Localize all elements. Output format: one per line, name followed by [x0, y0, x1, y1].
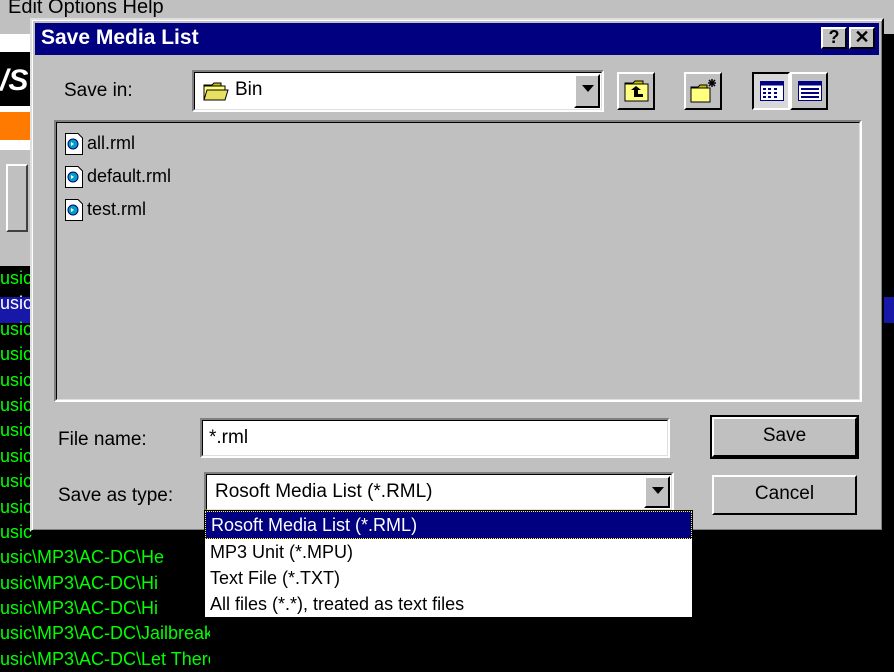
folder-icon	[203, 81, 229, 106]
save-as-type-option[interactable]: Rosoft Media List (*.RML)	[205, 511, 692, 539]
rml-file-icon	[65, 166, 83, 189]
background-list-row[interactable]: usic\MP3\AC-DC\He	[0, 545, 210, 570]
file-item-label: test.rml	[87, 199, 147, 219]
file-name-label: File name:	[58, 429, 147, 450]
background-toolbar-button[interactable]	[6, 164, 28, 232]
rml-file-icon	[65, 199, 83, 222]
details-view-icon	[798, 81, 822, 106]
save-as-type-combo[interactable]: Rosoft Media List (*.RML)	[204, 472, 674, 512]
file-item-label: default.rml	[87, 166, 172, 186]
save-button[interactable]: Save	[710, 415, 859, 459]
background-menu-text[interactable]: Edit Options Help	[8, 0, 164, 19]
save-as-type-label: Save as type:	[58, 485, 174, 506]
file-item-label: all.rml	[87, 133, 135, 153]
file-list[interactable]: all.rml default.rml test.rml	[54, 120, 862, 402]
up-one-level-button[interactable]	[617, 72, 655, 110]
save-as-type-value: Rosoft Media List (*.RML)	[215, 481, 433, 502]
file-name-value: *.rml	[209, 427, 249, 448]
background-list-row[interactable]: usic\MP3\AC-DC\Hi	[0, 571, 210, 596]
background-list-row[interactable]: usic\MP3\AC-DC\Jailbreak.mp3	[0, 621, 210, 646]
logo-text: /S	[0, 64, 29, 97]
list-view-icon	[760, 81, 784, 106]
file-item[interactable]: all.rml	[65, 129, 135, 157]
list-view-button[interactable]	[752, 72, 790, 110]
rml-file-icon	[65, 133, 83, 156]
save-in-label: Save in:	[64, 80, 133, 101]
cancel-button[interactable]: Cancel	[712, 475, 857, 515]
up-folder-icon	[624, 80, 650, 107]
dialog-title: Save Media List	[41, 26, 199, 49]
save-media-list-dialog: Save Media List ? ✕ Save in: Bin all.rml…	[30, 18, 884, 532]
background-list-row[interactable]: usic\MP3\AC-DC\Hi	[0, 596, 210, 621]
help-button[interactable]: ?	[821, 27, 847, 49]
file-item[interactable]: default.rml	[65, 162, 171, 190]
save-as-type-option[interactable]: MP3 Unit (*.MPU)	[205, 539, 692, 565]
save-in-value: Bin	[235, 79, 263, 100]
file-item[interactable]: test.rml	[65, 195, 146, 223]
details-view-button[interactable]	[790, 72, 828, 110]
save-as-type-option[interactable]: Text File (*.TXT)	[205, 565, 692, 591]
background-list-row[interactable]: usic\MP3\AC-DC\Let There Be Rock.mp3	[0, 647, 210, 672]
new-folder-button[interactable]	[684, 72, 722, 110]
save-as-type-dropdown-list[interactable]: Rosoft Media List (*.RML) MP3 Unit (*.MPU…	[204, 510, 693, 618]
save-in-combo[interactable]: Bin	[192, 70, 604, 112]
dialog-titlebar[interactable]: Save Media List ? ✕	[35, 23, 879, 55]
save-as-type-option[interactable]: All files (*.*), treated as text files	[205, 591, 692, 617]
save-in-dropdown-button[interactable]	[574, 74, 600, 108]
file-name-field[interactable]: *.rml	[200, 418, 670, 458]
new-folder-icon	[690, 78, 718, 109]
save-as-type-dropdown-button[interactable]	[644, 476, 670, 508]
close-button[interactable]: ✕	[849, 27, 875, 49]
